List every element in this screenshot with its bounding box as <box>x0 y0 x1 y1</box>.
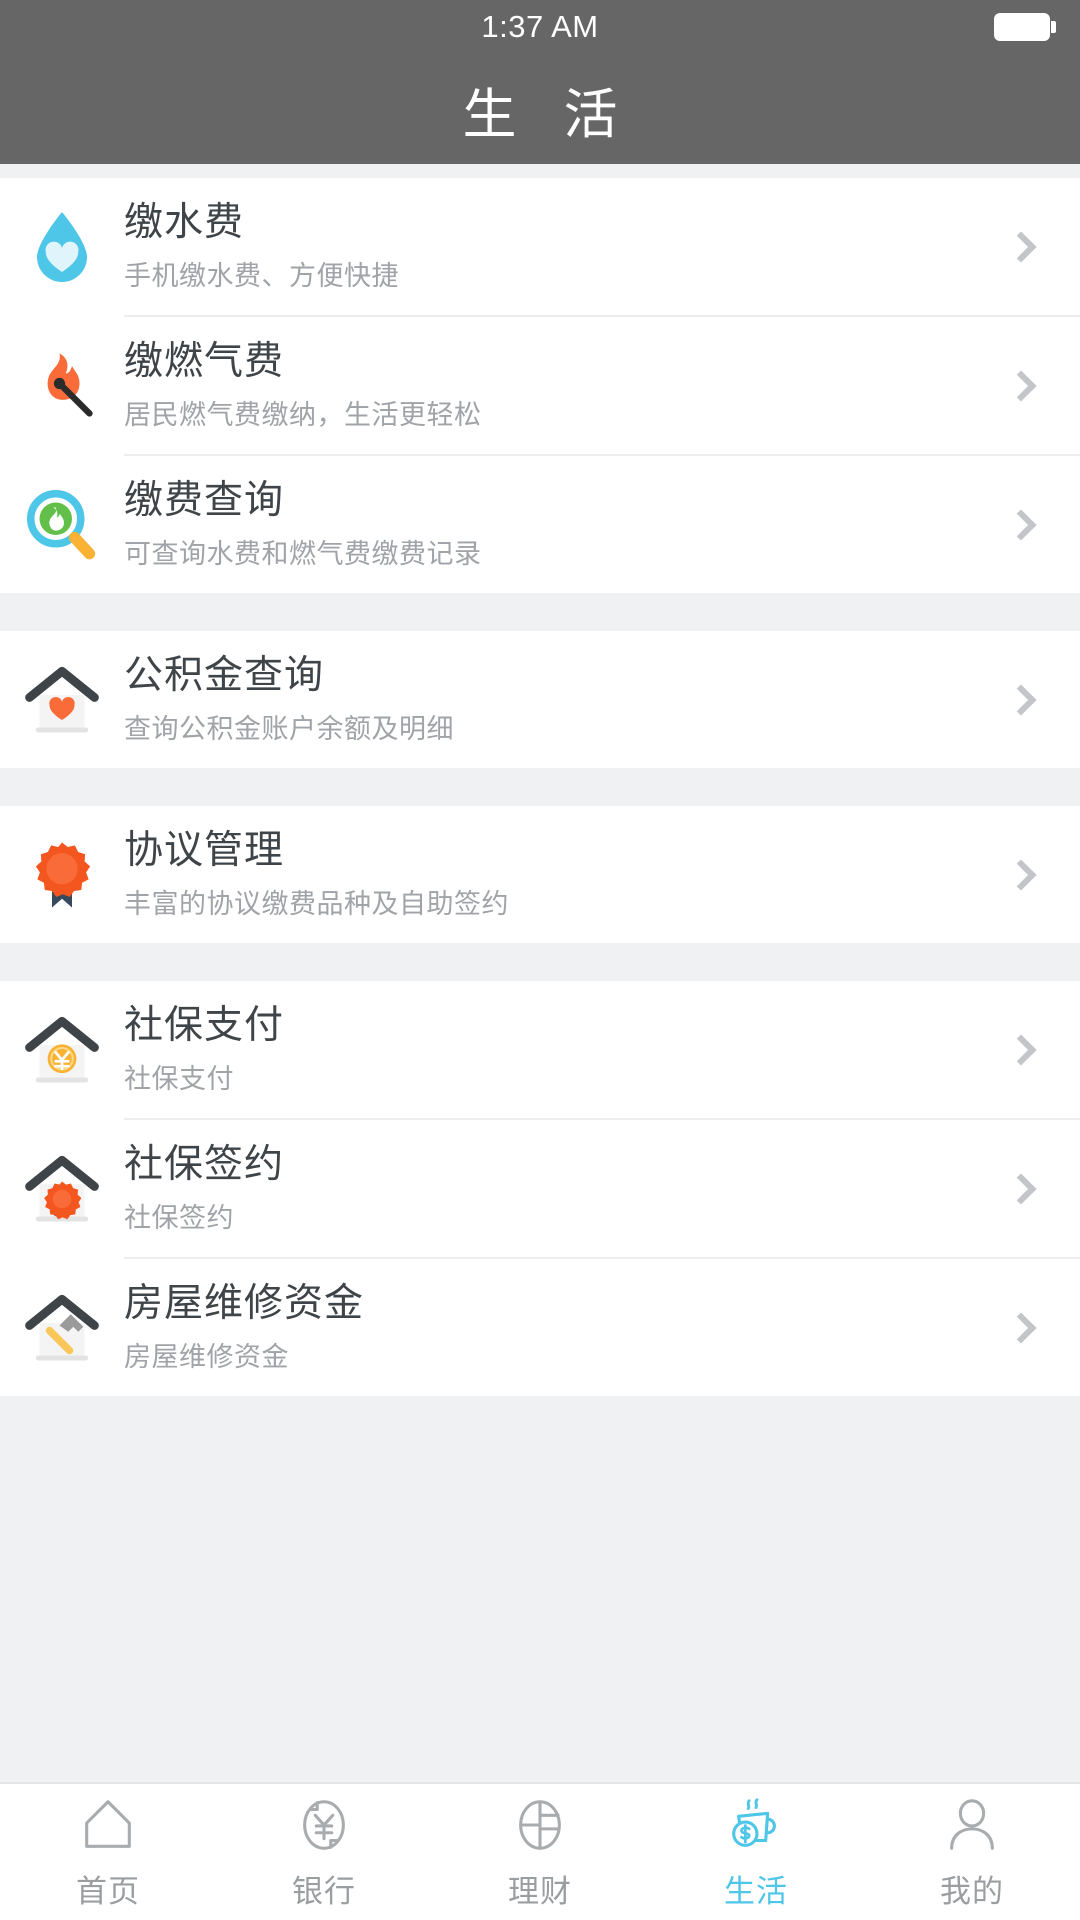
magnifier-drop-icon <box>0 456 124 593</box>
house-yen-coin-icon <box>0 981 124 1118</box>
group-agreements: 协议管理 丰富的协议缴费品种及自助签约 <box>0 806 1080 943</box>
list-item[interactable]: 社保支付 社保支付 <box>0 981 1080 1118</box>
list-item-subtitle: 社保支付 <box>124 1063 234 1094</box>
list-item-title: 社保支付 <box>124 1003 285 1047</box>
group-housing-fund: 公积金查询 查询公积金账户余额及明细 <box>0 631 1080 768</box>
group-utilities: 缴水费 手机缴水费、方便快捷 缴燃气费 居民燃气费缴纳，生活更轻松 缴费查询 可… <box>0 178 1080 593</box>
flame-match-icon <box>0 317 124 454</box>
list-item-subtitle: 丰富的协议缴费品种及自助签约 <box>124 888 509 919</box>
list-item-texts: 社保支付 社保支付 <box>124 1004 1080 1095</box>
list-item-subtitle: 房屋维修资金 <box>124 1341 289 1372</box>
list-item-title: 公积金查询 <box>124 653 325 697</box>
list-item-texts: 缴费查询 可查询水费和燃气费缴费记录 <box>124 479 1080 570</box>
list-item[interactable]: 缴水费 手机缴水费、方便快捷 <box>0 178 1080 315</box>
page-title: 生 活 <box>462 84 634 145</box>
tab-bank[interactable]: 银行 <box>216 1784 432 1920</box>
tab-mine-label: 我的 <box>940 1873 1004 1909</box>
list-item-title: 社保签约 <box>124 1142 285 1186</box>
tab-life-label: 生活 <box>724 1873 788 1909</box>
tab-wealth[interactable]: 理财 <box>432 1784 648 1920</box>
group-social-security: 社保支付 社保支付 社保签约 社保签约 房屋维修资金 房屋维修资金 <box>0 981 1080 1396</box>
list-item-title: 房屋维修资金 <box>124 1281 365 1325</box>
house-rosette-icon <box>0 1120 124 1257</box>
list-item-texts: 协议管理 丰富的协议缴费品种及自助签约 <box>124 829 1080 920</box>
list-item-subtitle: 可查询水费和燃气费缴费记录 <box>124 538 482 569</box>
list-item-subtitle: 查询公积金账户余额及明细 <box>124 713 454 744</box>
list-item-title: 缴水费 <box>124 200 245 244</box>
battery-full-icon <box>994 13 1050 41</box>
home-outline-icon <box>77 1794 139 1856</box>
yen-exchange-icon <box>293 1794 355 1856</box>
section-gap <box>0 943 1080 981</box>
tab-home-label: 首页 <box>76 1873 140 1909</box>
water-drop-heart-icon <box>0 178 124 315</box>
list-item-subtitle: 居民燃气费缴纳，生活更轻松 <box>124 399 482 430</box>
content-list: 缴水费 手机缴水费、方便快捷 缴燃气费 居民燃气费缴纳，生活更轻松 缴费查询 可… <box>0 164 1080 1782</box>
list-item-subtitle: 手机缴水费、方便快捷 <box>124 260 399 291</box>
pie-chart-icon <box>509 1794 571 1856</box>
list-item-title: 协议管理 <box>124 828 285 872</box>
tab-life[interactable]: 生活 <box>648 1784 864 1920</box>
list-item-subtitle: 社保签约 <box>124 1202 234 1233</box>
tab-bar: 首页 银行 理财 生活 我的 <box>0 1782 1080 1920</box>
house-heart-icon <box>0 631 124 768</box>
coffee-cup-money-icon <box>725 1794 787 1856</box>
list-item-title: 缴燃气费 <box>124 339 285 383</box>
list-item[interactable]: 缴燃气费 居民燃气费缴纳，生活更轻松 <box>0 317 1080 454</box>
list-item[interactable]: 协议管理 丰富的协议缴费品种及自助签约 <box>0 806 1080 943</box>
section-gap <box>0 593 1080 631</box>
list-item-texts: 公积金查询 查询公积金账户余额及明细 <box>124 654 1080 745</box>
section-gap <box>0 164 1080 178</box>
list-item-texts: 房屋维修资金 房屋维修资金 <box>124 1282 1080 1373</box>
list-item-texts: 社保签约 社保签约 <box>124 1143 1080 1234</box>
list-item[interactable]: 缴费查询 可查询水费和燃气费缴费记录 <box>0 456 1080 593</box>
section-gap <box>0 768 1080 806</box>
tab-wealth-label: 理财 <box>508 1873 572 1909</box>
list-item[interactable]: 公积金查询 查询公积金账户余额及明细 <box>0 631 1080 768</box>
list-item[interactable]: 社保签约 社保签约 <box>0 1120 1080 1257</box>
app-screen: 1:37 AM 生 活 缴水费 手机缴水费、方便快捷 缴燃气费 居民燃气费缴纳，… <box>0 0 1080 1920</box>
list-item-title: 缴费查询 <box>124 478 285 522</box>
list-item-texts: 缴燃气费 居民燃气费缴纳，生活更轻松 <box>124 340 1080 431</box>
header: 1:37 AM 生 活 <box>0 0 1080 164</box>
list-item[interactable]: 房屋维修资金 房屋维修资金 <box>0 1259 1080 1396</box>
rosette-ribbon-icon <box>0 806 124 943</box>
house-hammer-icon <box>0 1259 124 1396</box>
status-time: 1:37 AM <box>481 9 599 44</box>
tab-mine[interactable]: 我的 <box>864 1784 1080 1920</box>
list-item-texts: 缴水费 手机缴水费、方便快捷 <box>124 201 1080 292</box>
status-bar: 1:37 AM <box>0 0 1080 54</box>
tab-home[interactable]: 首页 <box>0 1784 216 1920</box>
tab-bank-label: 银行 <box>292 1873 356 1909</box>
person-outline-icon <box>941 1794 1003 1856</box>
